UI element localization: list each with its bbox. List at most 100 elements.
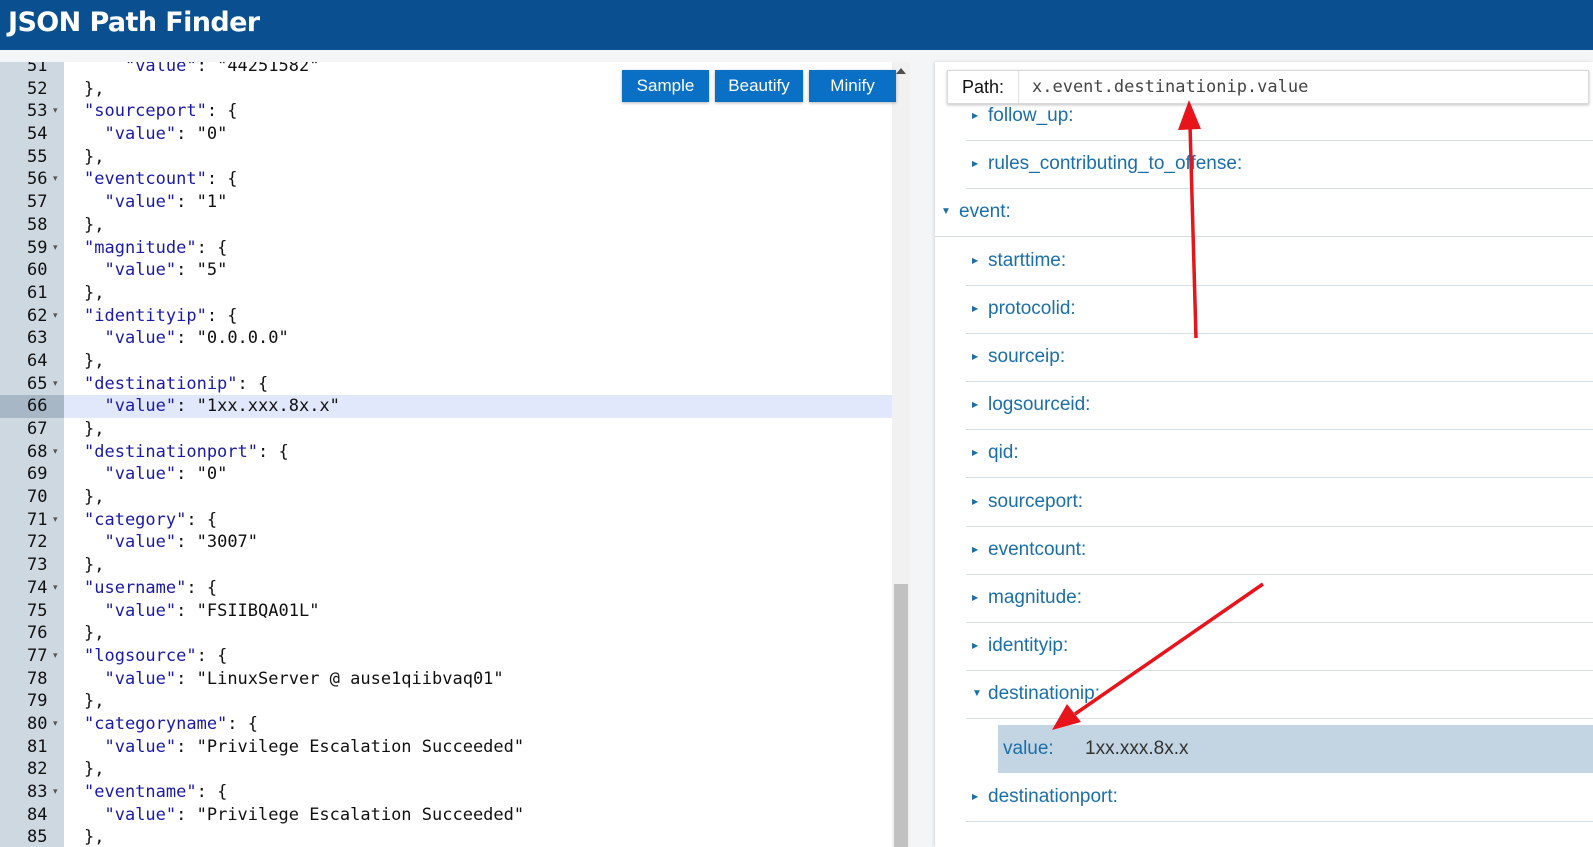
json-editor[interactable]: 51 "value": "44251582" 52}, 53 ▾ "sourceport… [0,62,910,847]
fold-toggle-icon[interactable]: ▾ [53,577,58,600]
code-text: }, [84,214,105,235]
editor-line[interactable]: 53 ▾ "sourceport": { [0,100,892,123]
tree-node-label: eventcount: [988,538,1087,560]
editor-line[interactable]: 84 "value": "Privilege Escalation Succee… [0,804,892,827]
code-text: }, [84,350,105,371]
panel-divider[interactable] [910,62,935,847]
editor-line[interactable]: 55}, [0,146,892,169]
fold-toggle-icon[interactable]: ▾ [53,168,58,191]
tree-node-label: sourceip: [988,346,1066,367]
fold-toggle-icon[interactable]: ▾ [53,373,58,396]
tree-node-label: event: [959,201,1011,223]
tree-node[interactable]: ▼ destinationip: [966,670,1593,720]
collapsed-arrow-icon[interactable]: ▶ [972,333,978,381]
editor-line[interactable]: 73}, [0,554,892,577]
selected-leaf-row[interactable]: value: 1xx.xxx.8x.x [998,725,1593,773]
collapsed-arrow-icon[interactable]: ▶ [972,237,978,285]
editor-line[interactable]: 85}, [0,826,892,847]
line-number: 61 [27,282,48,303]
editor-line[interactable]: 54 "value": "0" [0,123,892,146]
code-text: "eventname": { [84,782,228,802]
editor-line[interactable]: 77 ▾ "logsource": { [0,645,892,668]
fold-toggle-icon[interactable]: ▾ [53,645,58,668]
tree-node[interactable]: ▶ eventcount: [966,526,1593,575]
editor-line[interactable]: 58}, [0,214,892,237]
tree-node[interactable]: ▶ rules_contributing_to_offense: [966,140,1593,190]
tree-node-label: destinationip: [988,683,1100,705]
tree-node[interactable]: ▶ sourceport: [966,478,1593,527]
collapsed-arrow-icon[interactable]: ▶ [972,622,978,670]
editor-line[interactable]: 78 "value": "LinuxServer @ ause1qiibvaq0… [0,668,892,691]
collapsed-arrow-icon[interactable]: ▶ [972,92,978,140]
tree-node[interactable]: ▶ destinationport: [966,773,1593,822]
editor-line[interactable]: 60 "value": "5" [0,259,892,282]
editor-line[interactable]: 82}, [0,758,892,781]
editor-line[interactable]: 69 "value": "0" [0,463,892,486]
editor-lines[interactable]: 51 "value": "44251582" 52}, 53 ▾ "sourceport… [0,62,892,847]
json-tree-panel[interactable]: Path: x.event.destinationip.value ▶ follo… [935,62,1593,847]
editor-line[interactable]: 83 ▾ "eventname": { [0,781,892,804]
collapsed-arrow-icon[interactable]: ▶ [972,526,978,574]
fold-toggle-icon[interactable]: ▾ [53,305,58,328]
editor-line[interactable]: 65 ▾ "destinationip": { [0,373,892,396]
collapsed-arrow-icon[interactable]: ▶ [972,381,978,429]
editor-line[interactable]: 59 ▾ "magnitude": { [0,237,892,260]
sample-button[interactable]: Sample [622,70,709,102]
editor-line[interactable]: 62 ▾ "identityip": { [0,305,892,328]
fold-toggle-icon[interactable]: ▾ [53,237,58,260]
editor-line[interactable]: 81 "value": "Privilege Escalation Succee… [0,736,892,759]
editor-line[interactable]: 57 "value": "1" [0,191,892,214]
line-number: 79 [27,691,48,712]
editor-line[interactable]: 74 ▾ "username": { [0,577,892,600]
editor-line[interactable]: 56 ▾ "eventcount": { [0,168,892,191]
collapsed-arrow-icon[interactable]: ▶ [972,478,978,526]
code-text: "destinationip": { [84,373,269,394]
beautify-button[interactable]: Beautify [715,70,803,102]
editor-line[interactable]: 64}, [0,350,892,373]
code-text: "logsource": { [84,645,228,666]
line-number: 60 [27,260,48,281]
editor-line[interactable]: 71 ▾ "category": { [0,509,892,532]
editor-line[interactable]: 66 "value": "1xx.xxx.8x.x" [0,395,892,418]
expanded-arrow-icon[interactable]: ▼ [941,188,951,236]
editor-line[interactable]: 80 ▾ "categoryname": { [0,713,892,736]
editor-line[interactable]: 61}, [0,282,892,305]
line-number: 81 [27,736,48,757]
editor-line[interactable]: 68 ▾ "destinationport": { [0,441,892,464]
editor-line[interactable]: 67}, [0,418,892,441]
fold-toggle-icon[interactable]: ▾ [53,781,58,804]
scrollbar-thumb[interactable] [894,584,908,847]
editor-line[interactable]: 70}, [0,486,892,509]
tree-node[interactable]: ▶ protocolid: [966,285,1593,334]
collapsed-arrow-icon[interactable]: ▶ [972,773,978,821]
tree-node[interactable]: ▶ identityip: [966,622,1593,672]
editor-line[interactable]: 75 "value": "FSIIBQA01L" [0,600,892,623]
tree-node[interactable]: ▶ starttime: [966,237,1593,286]
fold-toggle-icon[interactable]: ▾ [53,441,58,464]
collapsed-arrow-icon[interactable]: ▶ [972,140,978,188]
collapsed-arrow-icon[interactable]: ▶ [972,574,978,622]
fold-toggle-icon[interactable]: ▾ [53,100,58,123]
editor-line[interactable]: 72 "value": "3007" [0,531,892,554]
collapsed-arrow-icon[interactable]: ▶ [972,285,978,333]
fold-toggle-icon[interactable]: ▾ [53,509,58,532]
tree-node[interactable]: ▶ qid: [966,429,1593,479]
fold-toggle-icon[interactable]: ▾ [53,713,58,736]
editor-scrollbar[interactable] [892,62,910,847]
editor-line[interactable]: 63 "value": "0.0.0.0" [0,327,892,350]
minify-button[interactable]: Minify [809,70,896,102]
code-text: "destinationport": { [84,441,289,462]
scroll-up-icon[interactable] [896,68,906,74]
line-number: 66 [0,395,64,418]
tree-node[interactable]: ▶ logsourceid: [966,381,1593,431]
collapsed-arrow-icon[interactable]: ▶ [972,429,978,477]
tree-node[interactable]: ▶ follow_up: [966,92,1593,141]
app-title: JSON Path Finder [8,7,260,38]
editor-line[interactable]: 76}, [0,622,892,645]
tree-node[interactable]: ▼ event: [935,188,1593,238]
expanded-arrow-icon[interactable]: ▼ [972,670,982,718]
tree-node[interactable]: ▶ sourceip: [966,333,1593,382]
tree-node[interactable]: ▶ magnitude: [966,574,1593,623]
editor-line[interactable]: 79}, [0,690,892,713]
code-text: "value": "3007" [104,532,259,553]
